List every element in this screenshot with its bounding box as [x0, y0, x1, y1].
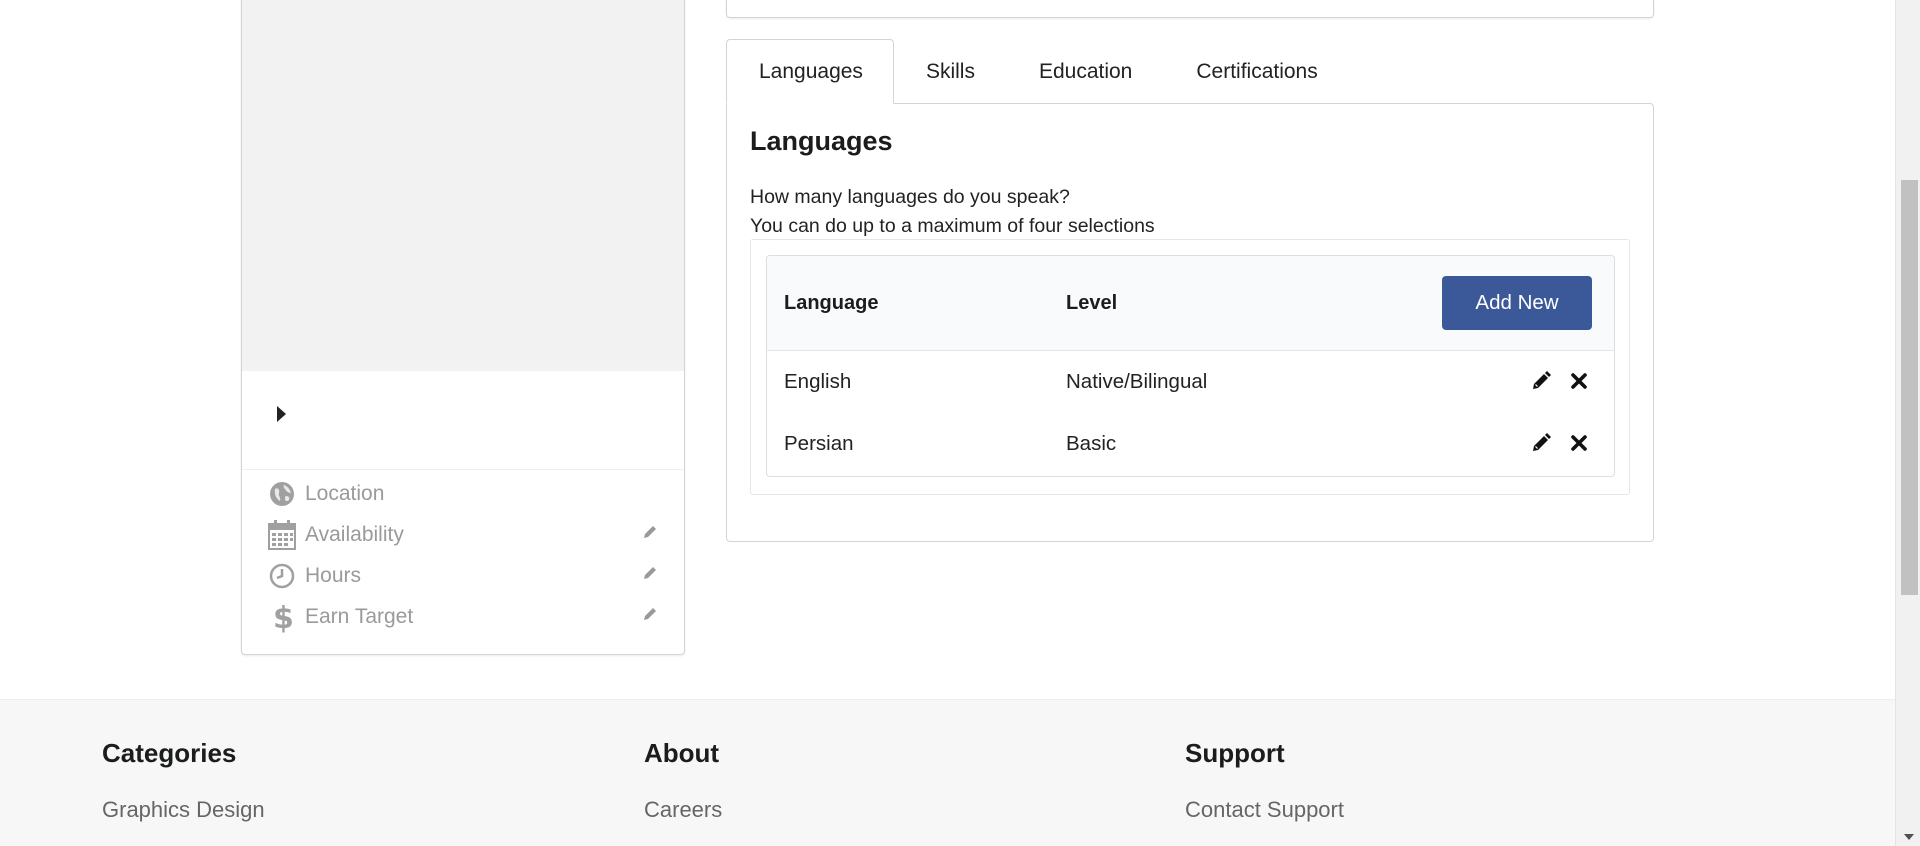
level-cell: Native/Bilingual	[1066, 370, 1208, 393]
pencil-icon[interactable]	[1531, 371, 1551, 391]
languages-panel: Languages How many languages do you spea…	[726, 103, 1654, 542]
location-label: Location	[305, 482, 385, 505]
globe-icon	[267, 479, 297, 509]
availability-label: Availability	[305, 523, 404, 546]
earn-target-label: Earn Target	[305, 605, 414, 628]
column-header-language: Language	[784, 292, 879, 314]
panel-description: How many languages do you speak? You can…	[750, 183, 1155, 241]
location-row: Location	[267, 478, 677, 510]
footer-link[interactable]: Careers	[644, 797, 722, 823]
panel-title: Languages	[750, 126, 893, 156]
language-cell: English	[784, 370, 852, 393]
tab-education[interactable]: Education	[1007, 39, 1164, 104]
dollar-icon: $	[267, 601, 297, 633]
pencil-icon[interactable]	[1531, 433, 1551, 453]
tab-languages[interactable]: Languages	[726, 39, 894, 104]
languages-table: Language Level Add New English Native/Bi…	[766, 255, 1615, 477]
vertical-scrollbar[interactable]	[1895, 0, 1920, 846]
languages-question: How many languages do you speak?	[750, 186, 1070, 208]
profile-card: Location Availability Hours $ Earn Targe…	[241, 0, 685, 655]
profile-expander	[242, 371, 684, 470]
edit-availability-pencil-icon[interactable]	[643, 521, 657, 538]
languages-hint: You can do up to a maximum of four selec…	[750, 215, 1155, 237]
language-cell: Persian	[784, 432, 854, 455]
hours-row: Hours	[267, 560, 677, 592]
tab-certifications[interactable]: Certifications	[1164, 39, 1349, 104]
clock-icon	[267, 561, 297, 591]
scroll-down-arrow-icon[interactable]	[1904, 834, 1914, 840]
footer-column-support: Support Contact Support	[1185, 738, 1344, 823]
footer: Categories Graphics Design About Careers…	[0, 699, 1895, 846]
scrollbar-thumb[interactable]	[1901, 180, 1918, 595]
footer-heading: Support	[1185, 738, 1285, 768]
tab-skills[interactable]: Skills	[894, 39, 1007, 104]
profile-image-placeholder	[242, 0, 684, 371]
svg-text:$: $	[273, 601, 292, 633]
edit-earn-target-pencil-icon[interactable]	[643, 603, 657, 620]
footer-link[interactable]: Contact Support	[1185, 797, 1344, 823]
close-icon[interactable]	[1569, 371, 1589, 391]
edit-hours-pencil-icon[interactable]	[643, 562, 657, 579]
earn-target-row: $ Earn Target	[267, 601, 677, 633]
caret-right-icon[interactable]	[277, 406, 286, 422]
footer-heading: Categories	[102, 738, 237, 768]
table-row: Persian Basic	[767, 413, 1614, 475]
footer-heading: About	[644, 738, 720, 768]
calendar-icon	[267, 520, 297, 550]
page: Location Availability Hours $ Earn Targe…	[0, 0, 1920, 846]
hours-label: Hours	[305, 564, 362, 587]
footer-link[interactable]: Graphics Design	[102, 797, 265, 823]
footer-column-about: About Careers	[644, 738, 722, 823]
table-header: Language Level Add New	[767, 256, 1614, 351]
top-card	[726, 0, 1654, 18]
footer-column-categories: Categories Graphics Design	[102, 738, 265, 823]
languages-table-wrapper: Language Level Add New English Native/Bi…	[750, 239, 1630, 495]
profile-tabs: Languages Skills Education Certification…	[726, 39, 1350, 104]
availability-row: Availability	[267, 519, 677, 551]
column-header-level: Level	[1066, 292, 1118, 314]
close-icon[interactable]	[1569, 433, 1589, 453]
level-cell: Basic	[1066, 432, 1117, 455]
add-new-language-button[interactable]: Add New	[1442, 276, 1592, 330]
table-row: English Native/Bilingual	[767, 351, 1614, 413]
